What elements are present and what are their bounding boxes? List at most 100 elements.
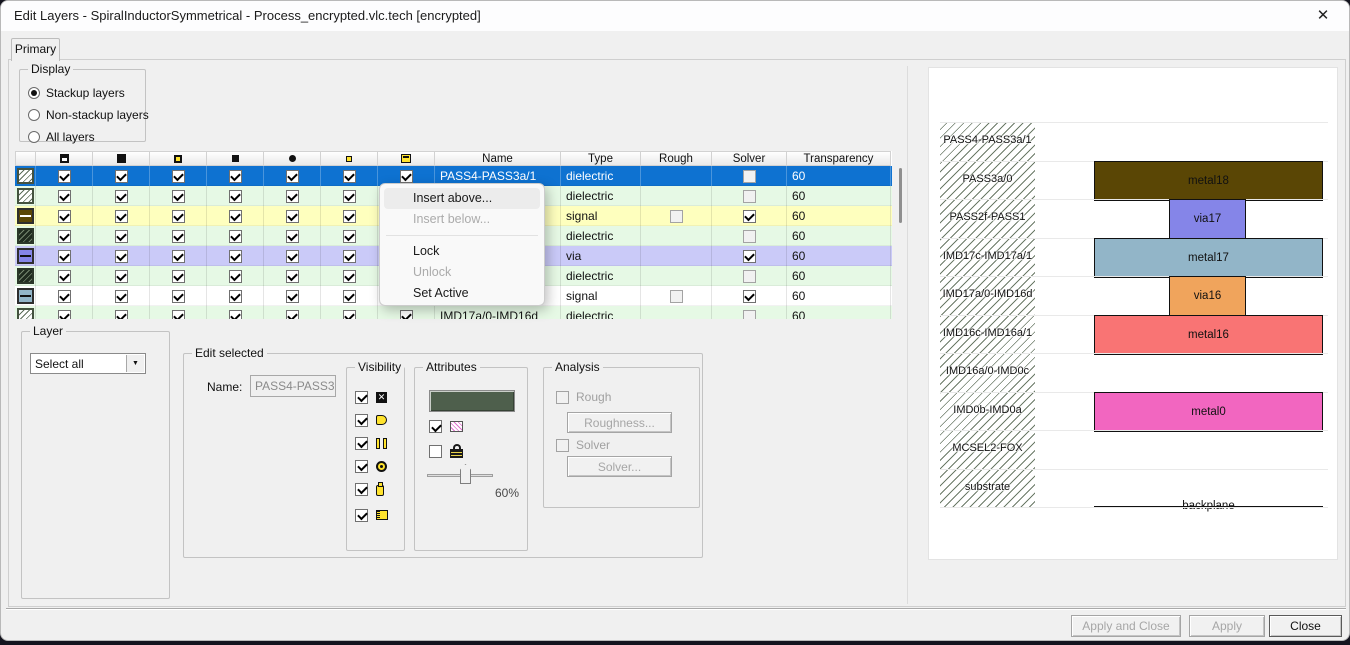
checkbox[interactable] [58, 230, 71, 243]
roughness-button[interactable]: Roughness... [567, 412, 672, 433]
checkbox[interactable] [229, 230, 242, 243]
solver-checkbox[interactable] [743, 250, 756, 263]
column-header-type[interactable]: Type [561, 151, 641, 166]
checkbox[interactable] [229, 250, 242, 263]
solver-checkbox[interactable] [743, 170, 756, 183]
checkbox[interactable] [286, 250, 299, 263]
lock-checkbox[interactable] [429, 445, 442, 458]
checkbox[interactable] [229, 210, 242, 223]
checkbox[interactable] [286, 270, 299, 283]
menu-item-unlock[interactable]: Unlock [384, 262, 540, 283]
solver-checkbox[interactable] [743, 190, 756, 203]
checkbox[interactable] [115, 170, 128, 183]
column-header-solid-square-icon[interactable] [93, 151, 150, 166]
checkbox[interactable] [115, 210, 128, 223]
name-field[interactable]: PASS4-PASS3a/1 [250, 375, 336, 397]
column-header-rough[interactable]: Rough [641, 151, 712, 166]
checkbox[interactable] [172, 290, 185, 303]
checkbox[interactable] [115, 190, 128, 203]
column-header-small-square-icon[interactable] [207, 151, 264, 166]
checkbox[interactable] [172, 190, 185, 203]
display-option-1[interactable]: Non-stackup layers [28, 106, 145, 124]
checkbox[interactable] [58, 310, 71, 320]
checkbox[interactable] [172, 270, 185, 283]
checkbox[interactable] [286, 170, 299, 183]
solver-checkbox[interactable] [556, 439, 569, 452]
checkbox[interactable] [229, 170, 242, 183]
checkbox[interactable] [229, 190, 242, 203]
radio-icon[interactable] [28, 109, 40, 121]
checkbox[interactable] [172, 310, 185, 320]
tab-primary[interactable]: Primary [11, 38, 60, 61]
checkbox[interactable] [115, 270, 128, 283]
rough-checkbox[interactable] [556, 391, 569, 404]
column-header-pad-dot-icon[interactable] [150, 151, 207, 166]
table-scrollbar-thumb[interactable] [899, 168, 902, 223]
visibility-checkbox[interactable] [355, 437, 368, 450]
checkbox[interactable] [58, 170, 71, 183]
checkbox[interactable] [229, 290, 242, 303]
solver-checkbox[interactable] [743, 310, 756, 320]
checkbox[interactable] [343, 190, 356, 203]
checkbox[interactable] [172, 210, 185, 223]
column-header-name[interactable]: Name [435, 151, 561, 166]
visibility-checkbox[interactable] [355, 483, 368, 496]
column-header-text-flag-icon[interactable] [378, 151, 435, 166]
layer-select-dropdown[interactable]: Select all ▼ [30, 353, 146, 374]
menu-item-lock[interactable]: Lock [384, 241, 540, 262]
checkbox[interactable] [400, 310, 413, 320]
checkbox[interactable] [286, 230, 299, 243]
checkbox[interactable] [172, 170, 185, 183]
menu-item-set-active[interactable]: Set Active [384, 283, 540, 304]
checkbox[interactable] [343, 210, 356, 223]
column-header-solver[interactable]: Solver [712, 151, 787, 166]
checkbox[interactable] [286, 210, 299, 223]
checkbox[interactable] [172, 230, 185, 243]
solver-checkbox[interactable] [743, 210, 756, 223]
checkbox[interactable] [343, 310, 356, 320]
checkbox[interactable] [343, 230, 356, 243]
layer-color-button[interactable] [429, 390, 515, 412]
checkbox[interactable] [115, 230, 128, 243]
checkbox[interactable] [343, 270, 356, 283]
radio-icon[interactable] [28, 131, 40, 143]
solver-checkbox[interactable] [743, 230, 756, 243]
checkbox[interactable] [400, 170, 413, 183]
column-header-dot-icon[interactable] [264, 151, 321, 166]
visibility-checkbox[interactable] [355, 391, 368, 404]
checkbox[interactable] [343, 170, 356, 183]
pattern-checkbox[interactable] [429, 420, 442, 433]
checkbox[interactable] [115, 290, 128, 303]
table-row-7[interactable]: IMD17a/0-IMD16ddielectric60 [15, 306, 892, 319]
checkbox[interactable] [286, 310, 299, 320]
rough-checkbox[interactable] [670, 290, 683, 303]
checkbox[interactable] [58, 290, 71, 303]
checkbox[interactable] [115, 250, 128, 263]
display-option-2[interactable]: All layers [28, 128, 145, 146]
checkbox[interactable] [286, 190, 299, 203]
menu-item-insert-above---[interactable]: Insert above... [384, 188, 540, 209]
checkbox[interactable] [58, 250, 71, 263]
checkbox[interactable] [58, 270, 71, 283]
checkbox[interactable] [286, 290, 299, 303]
close-button[interactable]: Close [1269, 615, 1342, 637]
transparency-slider-thumb[interactable] [460, 464, 471, 484]
checkbox[interactable] [229, 310, 242, 320]
close-icon[interactable]: ✕ [1307, 5, 1339, 27]
checkbox[interactable] [229, 270, 242, 283]
apply-and-close-button[interactable]: Apply and Close [1071, 615, 1181, 637]
checkbox[interactable] [115, 310, 128, 320]
column-header-shape-visibility-icon[interactable] [36, 151, 93, 166]
solver-checkbox[interactable] [743, 270, 756, 283]
checkbox[interactable] [343, 290, 356, 303]
rough-checkbox[interactable] [670, 210, 683, 223]
column-header-yellow-square-icon[interactable] [321, 151, 378, 166]
visibility-checkbox[interactable] [355, 509, 368, 522]
swatch-column-header[interactable] [15, 151, 36, 166]
solver-button[interactable]: Solver... [567, 456, 672, 477]
solver-checkbox[interactable] [743, 290, 756, 303]
menu-item-insert-below---[interactable]: Insert below... [384, 209, 540, 230]
radio-icon[interactable] [28, 87, 40, 99]
apply-button[interactable]: Apply [1189, 615, 1265, 637]
checkbox[interactable] [343, 250, 356, 263]
